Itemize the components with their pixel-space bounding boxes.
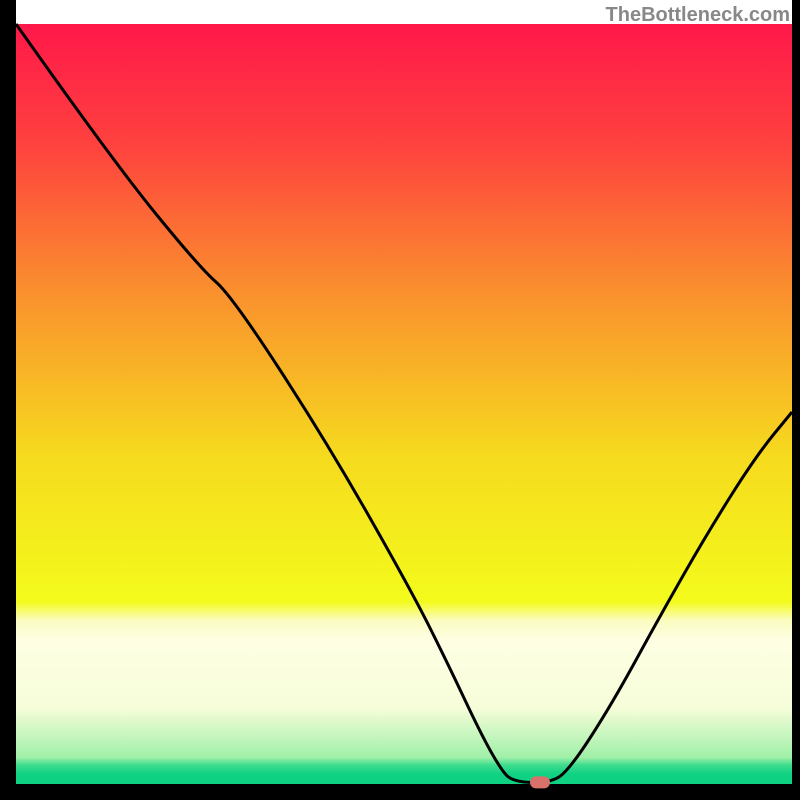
bottleneck-chart [0, 0, 800, 800]
optimal-marker [530, 776, 550, 788]
axis-border-bottom [0, 784, 800, 800]
watermark-text: TheBottleneck.com [606, 4, 790, 27]
chart-container: TheBottleneck.com [0, 0, 800, 800]
axis-border-right [792, 0, 800, 800]
axis-border-left [0, 0, 16, 800]
gradient-background [16, 24, 792, 784]
